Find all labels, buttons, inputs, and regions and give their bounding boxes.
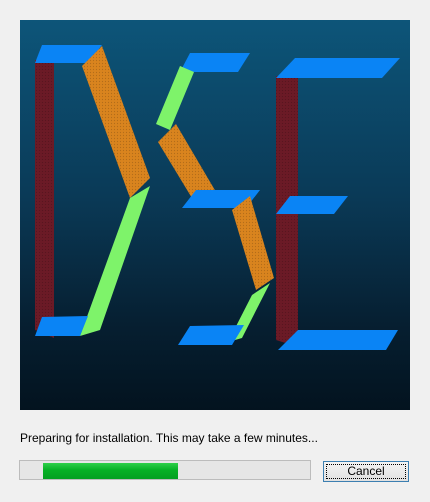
cancel-button[interactable]: Cancel: [323, 461, 409, 482]
splash-image: [20, 20, 410, 410]
s-bottom-segment: [178, 325, 244, 345]
d-bottom-segment: [35, 316, 88, 336]
logo-letter-s: [156, 53, 274, 345]
d-lower-diagonal: [80, 186, 150, 336]
cancel-button-label: Cancel: [347, 464, 385, 478]
e-bottom-segment: [278, 330, 398, 350]
logo-letter-e: [276, 58, 400, 350]
logo-letter-d: [35, 45, 150, 338]
e-top-segment: [276, 58, 400, 78]
progress-fill: [43, 463, 178, 479]
s-upper-left-bar: [156, 66, 194, 130]
dse-logo: [35, 45, 400, 350]
progress-bar: [19, 460, 311, 480]
status-message: Preparing for installation. This may tak…: [20, 431, 318, 445]
s-top-segment: [180, 53, 250, 72]
